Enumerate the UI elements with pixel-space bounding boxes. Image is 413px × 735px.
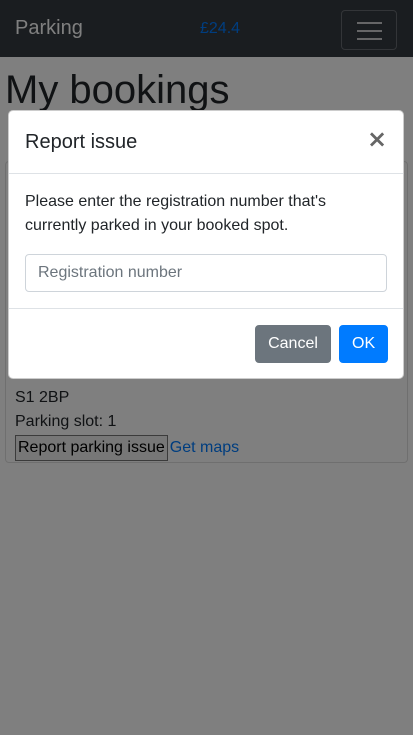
modal-message: Please enter the registration number tha…	[25, 193, 326, 234]
ok-button[interactable]: OK	[339, 325, 388, 363]
modal-footer: Cancel OK	[9, 308, 403, 378]
registration-number-input[interactable]	[25, 254, 387, 292]
modal-header: Report issue ×	[9, 111, 403, 174]
modal-title: Report issue	[25, 131, 138, 153]
cancel-button[interactable]: Cancel	[255, 325, 331, 363]
modal-body: Please enter the registration number tha…	[25, 190, 387, 292]
close-icon[interactable]: ×	[365, 125, 389, 153]
report-issue-modal: Report issue × Please enter the registra…	[8, 110, 404, 379]
